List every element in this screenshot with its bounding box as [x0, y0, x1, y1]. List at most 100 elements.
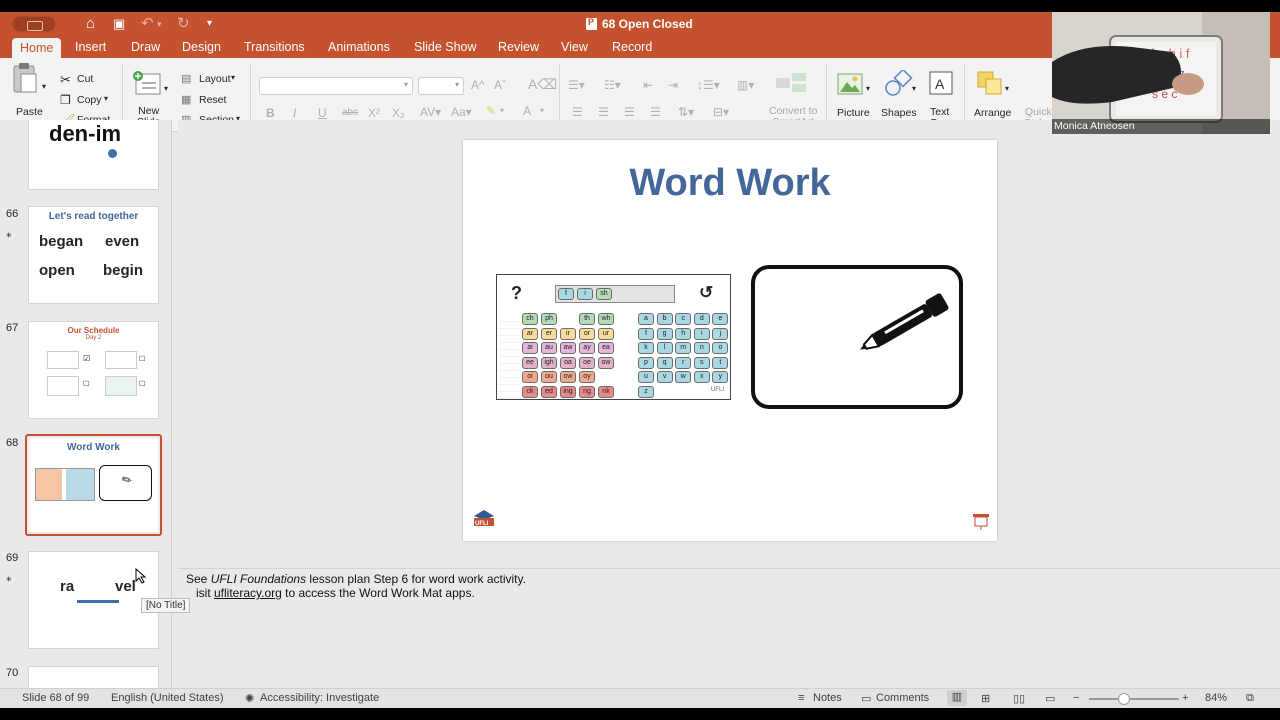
reset-button[interactable]: Reset [199, 94, 226, 106]
picture-dropdown-icon[interactable]: ▾ [866, 84, 870, 93]
mat-letter-key: e [712, 313, 729, 325]
numbering-icon[interactable]: ☷▾ [604, 78, 621, 92]
font-color-dropdown-icon[interactable]: ▾ [540, 106, 544, 115]
shapes-dropdown-icon[interactable]: ▾ [912, 84, 916, 93]
language-indicator[interactable]: English (United States) [111, 692, 224, 704]
clear-formatting-icon[interactable]: A⌫ [528, 76, 557, 93]
bold-button[interactable]: B [266, 106, 275, 120]
align-center-icon[interactable]: ☰ [598, 105, 609, 119]
slide-show-icon[interactable]: ▭ [1045, 692, 1055, 705]
notes-line-1[interactable]: See UFLI Foundations lesson plan Step 6 … [186, 572, 526, 586]
notes-button[interactable]: Notes [813, 692, 842, 704]
redo-icon[interactable]: ↻ [177, 15, 190, 33]
tab-draw[interactable]: Draw [131, 39, 160, 58]
font-size-input[interactable] [418, 77, 464, 95]
reading-view-icon[interactable]: ▯▯ [1013, 692, 1025, 705]
whiteboard-image[interactable] [751, 265, 963, 409]
layout-dropdown-icon[interactable]: ▾ [231, 73, 235, 82]
speaker-notes[interactable]: See UFLI Foundations lesson plan Step 6 … [178, 568, 1280, 688]
customize-toolbar-icon[interactable]: ▾ [207, 15, 212, 33]
notes-line-2[interactable]: isit ufliteracy.org to access the Word W… [196, 586, 475, 600]
slide-thumbnail[interactable]: den-im [28, 120, 159, 190]
superscript-button[interactable]: X² [368, 106, 380, 120]
word-work-mat-image[interactable]: ? f i sh ↺ ch ph th wh ar er ir or ur ai au aw ay ea e… [496, 274, 731, 400]
current-slide[interactable]: Word Work ? f i sh ↺ ch ph th wh ar er ir or ur a… [463, 140, 997, 541]
text-direction-icon[interactable]: ⇅▾ [678, 105, 694, 119]
character-spacing-icon[interactable]: AV▾ [420, 105, 441, 119]
mat-letter-key: s [693, 356, 710, 369]
new-slide-dropdown-icon[interactable]: ▾ [164, 84, 168, 93]
decrease-font-icon[interactable]: Aˇ [494, 78, 506, 92]
zoom-out-icon[interactable]: − [1073, 692, 1079, 704]
tab-transitions[interactable]: Transitions [244, 39, 305, 58]
slide-thumbnail-70[interactable] [28, 666, 159, 688]
highlight-dropdown-icon[interactable]: ▾ [500, 106, 504, 115]
tab-animations[interactable]: Animations [328, 39, 390, 58]
align-left-icon[interactable]: ☰ [572, 105, 583, 119]
font-color-icon[interactable]: A [523, 104, 531, 118]
increase-indent-icon[interactable]: ⇥ [668, 78, 678, 92]
underline-button[interactable]: U [318, 106, 327, 120]
justify-icon[interactable]: ☰ [650, 105, 661, 119]
picture-button[interactable]: Picture [837, 107, 870, 119]
highlight-icon[interactable]: ✎ [486, 104, 496, 118]
new-slide-icon[interactable] [132, 70, 162, 96]
slide-thumbnail-68[interactable]: Word Work ✎ [25, 434, 162, 536]
align-right-icon[interactable]: ☰ [624, 105, 635, 119]
paste-icon[interactable] [12, 62, 38, 94]
zoom-level[interactable]: 84% [1205, 692, 1227, 704]
align-text-icon[interactable]: ⊟▾ [713, 105, 729, 119]
smartart-icon[interactable] [774, 70, 810, 94]
shapes-icon[interactable] [883, 70, 913, 98]
copy-button[interactable]: Copy [77, 94, 102, 106]
undo-dropdown-icon[interactable]: ▾ [157, 15, 162, 33]
normal-view-icon[interactable]: ▥ [947, 690, 967, 706]
slide-thumbnail-66[interactable]: Let's read together began even open begi… [28, 206, 159, 304]
zoom-in-icon[interactable]: + [1182, 692, 1188, 704]
shapes-button[interactable]: Shapes [881, 107, 917, 119]
fit-to-window-icon[interactable]: ⧉ [1246, 692, 1254, 705]
comments-button[interactable]: Comments [876, 692, 929, 704]
undo-icon[interactable]: ↶ [141, 15, 154, 33]
font-name-input[interactable] [259, 77, 413, 95]
change-case-icon[interactable]: Aa▾ [451, 105, 472, 119]
ufliteracy-link[interactable]: ufliteracy.org [214, 586, 282, 600]
thumbnail-word: vel [115, 578, 136, 595]
tab-design[interactable]: Design [182, 39, 221, 58]
tab-insert[interactable]: Insert [75, 39, 106, 58]
line-spacing-icon[interactable]: ↕☰▾ [697, 78, 720, 92]
arrange-button[interactable]: Arrange [974, 107, 1011, 119]
copy-dropdown-icon[interactable]: ▾ [104, 94, 108, 103]
tab-home[interactable]: Home [12, 38, 62, 58]
arrange-icon[interactable] [976, 70, 1004, 96]
tab-view[interactable]: View [561, 39, 588, 58]
picture-icon[interactable] [837, 72, 863, 96]
decrease-indent-icon[interactable]: ⇤ [643, 78, 653, 92]
bullets-icon[interactable]: ☰▾ [568, 78, 585, 92]
text-box-icon[interactable]: A [929, 70, 953, 98]
zoom-slider-handle[interactable] [1118, 693, 1130, 705]
presentation-icon [973, 514, 989, 530]
columns-icon[interactable]: ▥▾ [737, 78, 754, 92]
cut-button[interactable]: Cut [77, 73, 93, 85]
strikethrough-button[interactable]: abc [342, 107, 358, 118]
paste-button[interactable]: Paste [16, 106, 43, 118]
increase-font-icon[interactable]: A^ [471, 78, 485, 92]
subscript-button[interactable]: X₂ [392, 106, 405, 120]
tab-review[interactable]: Review [498, 39, 539, 58]
slide-thumbnail-69[interactable]: ra vel [28, 551, 159, 649]
italic-button[interactable]: I [293, 106, 296, 120]
tab-record[interactable]: Record [612, 39, 652, 58]
accessibility-status[interactable]: Accessibility: Investigate [260, 692, 379, 704]
slide-sorter-icon[interactable]: ⊞ [981, 692, 990, 705]
slide-thumbnail-67[interactable]: Our Schedule Day 2 ☑ ☐ ☐ ☐ [28, 321, 159, 419]
window-controls[interactable] [12, 16, 56, 32]
arrange-dropdown-icon[interactable]: ▾ [1005, 84, 1009, 93]
paste-dropdown-icon[interactable]: ▾ [42, 82, 46, 91]
save-icon[interactable]: ▣ [113, 15, 125, 33]
home-icon[interactable]: ⌂ [86, 15, 95, 33]
slide-title[interactable]: Word Work [463, 162, 997, 205]
tab-slide-show[interactable]: Slide Show [414, 39, 477, 58]
layout-button[interactable]: Layout [199, 73, 231, 85]
zoom-slider[interactable] [1089, 698, 1179, 700]
